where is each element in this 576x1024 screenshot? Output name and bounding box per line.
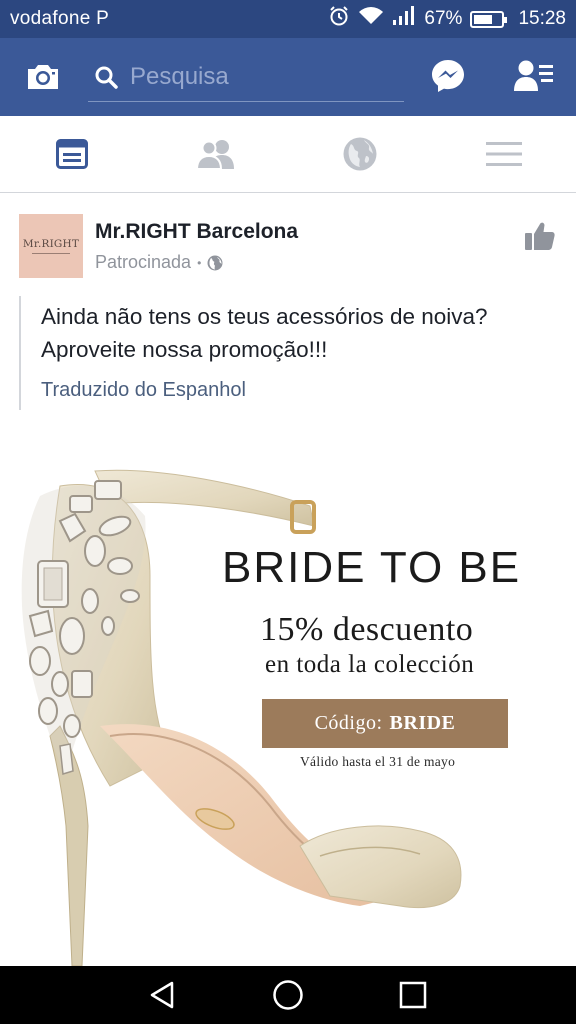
ad-discount: 15% descuento xyxy=(260,611,474,648)
shoe-illustration xyxy=(21,469,462,966)
clock: 15:28 xyxy=(518,8,566,29)
carrier-name: vodafone P xyxy=(10,8,110,29)
tab-notifications[interactable] xyxy=(288,116,432,192)
camera-button[interactable] xyxy=(0,38,86,116)
promo-code-box: Código: BRIDE xyxy=(262,699,508,748)
avatar-logo-text: Mr.RIGHT xyxy=(22,238,80,250)
friend-requests-icon xyxy=(514,60,553,91)
search-input[interactable] xyxy=(130,62,390,91)
thumbs-up-icon xyxy=(525,222,555,250)
post-text: Ainda não tens os teus acessórios de noi… xyxy=(41,304,488,362)
promo-validity: Válido hasta el 31 de mayo xyxy=(300,754,456,769)
ad-subtitle: en toda la colección xyxy=(265,651,475,678)
messenger-icon xyxy=(432,60,464,92)
battery-icon xyxy=(470,10,508,28)
search-icon xyxy=(95,66,118,89)
like-page-button[interactable] xyxy=(522,218,558,254)
post-header: Mr.RIGHT Mr.RIGHT Barcelona Patrocinada … xyxy=(0,194,576,290)
ad-image[interactable]: BRIDE TO BE 15% descuento en toda la col… xyxy=(0,426,576,966)
tab-menu[interactable] xyxy=(432,116,576,192)
meta-separator: • xyxy=(197,255,202,270)
recents-icon xyxy=(400,981,427,1009)
tab-news-feed[interactable] xyxy=(0,116,144,192)
ad-headline: BRIDE TO BE xyxy=(222,543,522,592)
menu-icon xyxy=(486,142,522,166)
alarm-icon xyxy=(328,5,350,33)
recents-button[interactable] xyxy=(383,970,443,1020)
home-button[interactable] xyxy=(258,970,318,1020)
home-icon xyxy=(273,980,303,1010)
system-navigation-bar xyxy=(0,966,576,1024)
back-button[interactable] xyxy=(133,970,193,1020)
news-feed-icon xyxy=(56,139,88,169)
app-header xyxy=(0,38,576,116)
translation-link[interactable]: Traduzido do Espanhol xyxy=(41,379,559,402)
messenger-button[interactable] xyxy=(424,52,472,100)
promo-code-label: Código: xyxy=(314,712,383,734)
sponsored-label: Patrocinada xyxy=(95,252,192,272)
promo-code-value: BRIDE xyxy=(389,712,456,734)
search-bar[interactable] xyxy=(88,52,404,102)
wifi-icon xyxy=(358,6,384,32)
page-avatar[interactable]: Mr.RIGHT xyxy=(19,214,83,278)
camera-icon xyxy=(28,65,58,89)
signal-icon xyxy=(392,6,416,32)
tab-friends[interactable] xyxy=(144,116,288,192)
public-globe-icon xyxy=(207,255,223,270)
avatar-logo-divider xyxy=(32,253,70,254)
tab-bar xyxy=(0,116,576,193)
battery-percent: 67% xyxy=(424,8,463,29)
status-bar: vodafone P 67% 15:28 xyxy=(0,0,576,38)
friends-icon xyxy=(196,140,234,169)
battery-level xyxy=(474,14,492,24)
back-icon xyxy=(150,981,173,1009)
post-body: Ainda não tens os teus acessórios de noi… xyxy=(19,296,559,410)
post-meta: Patrocinada • xyxy=(95,252,223,273)
page-name[interactable]: Mr.RIGHT Barcelona xyxy=(95,220,298,244)
globe-icon xyxy=(343,137,377,171)
status-icons: 67% 15:28 xyxy=(328,5,566,33)
friend-requests-button[interactable] xyxy=(508,52,560,100)
